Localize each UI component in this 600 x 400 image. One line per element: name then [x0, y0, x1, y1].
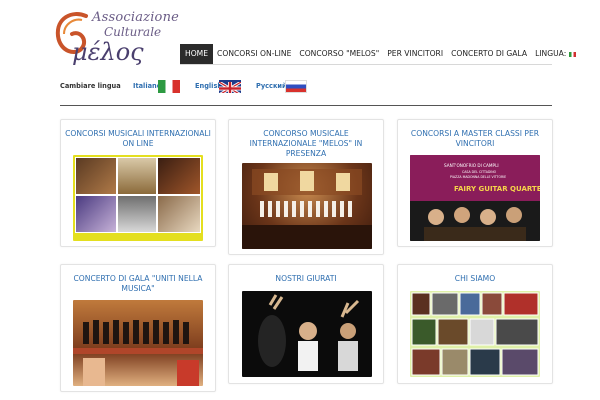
language-russian-link[interactable]: Русский	[256, 82, 287, 90]
card-title[interactable]: NOSTRI GIURATI	[233, 274, 379, 284]
card-title[interactable]: CONCORSI A MASTER CLASSI PER VINCITORI	[402, 129, 548, 149]
card-title[interactable]: CONCORSO MUSICALE INTERNAZIONALE "MELOS"…	[233, 129, 379, 159]
section-divider	[60, 105, 552, 106]
card-concorso-melos[interactable]: CONCORSO MUSICALE INTERNAZIONALE "MELOS"…	[228, 119, 384, 255]
poster-heading-text: FAIRY GUITAR QUARTET	[454, 185, 540, 193]
card-image-gala-choir[interactable]	[73, 300, 203, 386]
card-image-jury-dancers[interactable]	[242, 291, 372, 377]
language-italiano-link[interactable]: Italiano	[133, 82, 161, 90]
italian-flag-icon	[569, 51, 577, 57]
nav-concorsi-online[interactable]: CONCORSI ON-LINE	[213, 44, 295, 64]
nav-concorso-melos[interactable]: CONCORSO "MELOS"	[295, 44, 383, 64]
card-master-classi[interactable]: CONCORSI A MASTER CLASSI PER VINCITORI S…	[397, 119, 553, 247]
card-image-about-collage[interactable]	[410, 291, 540, 377]
card-title[interactable]: CONCERTO DI GALA "UNITI NELLA MUSICA"	[65, 274, 211, 294]
italian-flag-icon[interactable]	[158, 80, 180, 93]
uk-flag-icon[interactable]	[219, 80, 241, 93]
nav-home[interactable]: HOME	[180, 44, 214, 64]
logo-line-1: Associazione	[92, 10, 180, 25]
hall-scene-icon	[242, 169, 372, 249]
nav-language-menu[interactable]: LINGUA:	[531, 44, 580, 64]
logo-line-3: μέλος	[72, 38, 144, 66]
card-concorsi-online[interactable]: CONCORSI MUSICALI INTERNAZIONALI ON LINE	[60, 119, 216, 247]
card-title[interactable]: CONCORSI MUSICALI INTERNAZIONALI ON LINE	[65, 129, 211, 149]
card-image-hall-performance[interactable]	[242, 163, 372, 249]
change-language-label: Cambiare lingua	[60, 82, 121, 90]
nav-concerto-di-gala[interactable]: CONCERTO DI GALA	[447, 44, 531, 64]
poster-sub2-text: PIAZZA MADONNA DELLE VITTORIE	[450, 175, 506, 179]
nav-divider	[180, 64, 552, 65]
logo-line-2: Culturale	[104, 25, 162, 39]
site-logo[interactable]: Associazione Culturale μέλος	[52, 8, 179, 70]
card-title[interactable]: CHI SIAMO	[402, 274, 548, 284]
card-chi-siamo[interactable]: CHI SIAMO	[397, 264, 553, 384]
nav-per-vincitori[interactable]: PER VINCITORI	[383, 44, 447, 64]
language-english-link[interactable]: English	[195, 82, 222, 90]
main-nav: HOME CONCORSI ON-LINE CONCORSO "MELOS" P…	[180, 44, 580, 64]
poster-sub1-text: CASA DEL CITTADINO	[462, 170, 497, 174]
card-image-fairy-guitar-quartet-poster[interactable]: SANT'ONOFRIO DI CAMPLI CASA DEL CITTADIN…	[410, 155, 540, 241]
card-image-musicians-collage[interactable]	[73, 155, 203, 241]
card-nostri-giurati[interactable]: NOSTRI GIURATI	[228, 264, 384, 384]
poster-top-text: SANT'ONOFRIO DI CAMPLI	[444, 163, 499, 168]
card-concerto-di-gala[interactable]: CONCERTO DI GALA "UNITI NELLA MUSICA"	[60, 264, 216, 392]
nav-language-label: LINGUA:	[535, 49, 567, 58]
russian-flag-icon[interactable]	[285, 80, 307, 93]
